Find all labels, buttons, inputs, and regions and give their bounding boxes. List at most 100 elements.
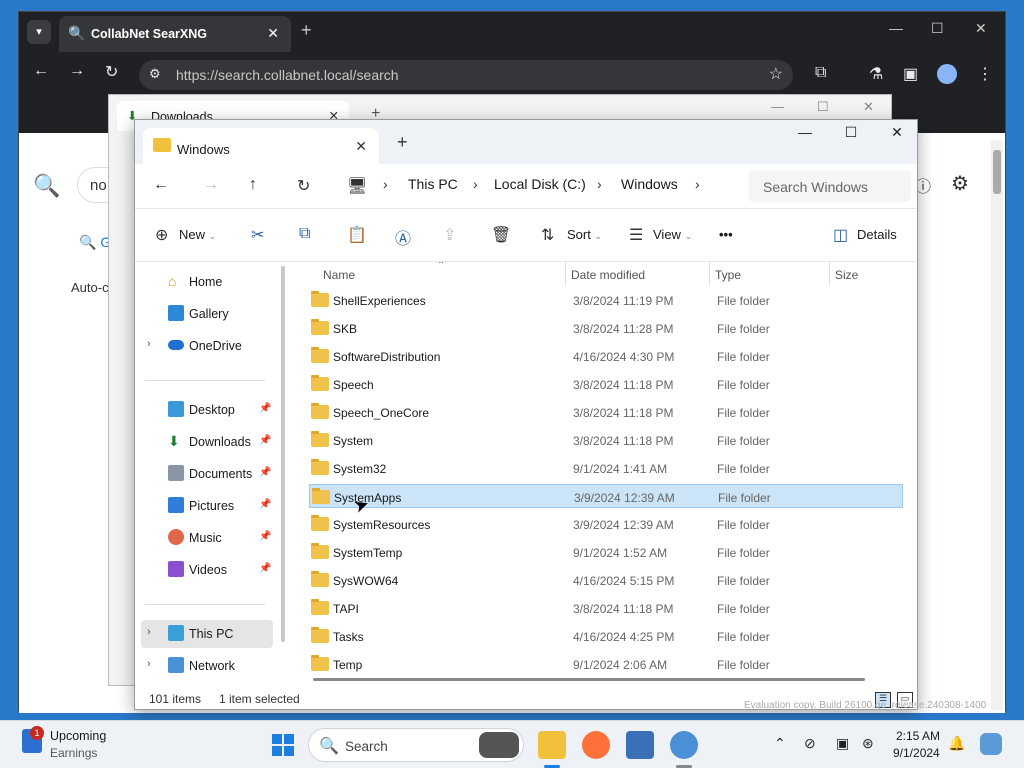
breadcrumb-this-pc[interactable]: This PC	[408, 176, 458, 192]
up-button[interactable]: ↑	[249, 176, 257, 194]
forward-button[interactable]: →	[69, 62, 85, 80]
sort-button[interactable]: Sort ⌄	[567, 227, 602, 242]
search-input[interactable]: Search Windows	[749, 170, 911, 202]
delete-icon[interactable]: 🗑	[491, 225, 511, 245]
view-button[interactable]: View ⌄	[653, 227, 692, 242]
chevron-right-icon[interactable]: ›	[597, 176, 602, 192]
clock-date[interactable]: 9/1/2024	[893, 746, 940, 760]
pin-icon[interactable]: 📌	[259, 403, 271, 414]
copilot-icon[interactable]	[980, 733, 1002, 755]
nav-item-gallery[interactable]: Gallery	[135, 300, 275, 328]
chevron-right-icon[interactable]: ›	[473, 176, 478, 192]
pin-icon[interactable]: 📌	[259, 499, 271, 510]
file-row[interactable]: System 3/8/2024 11:18 PM File folder	[291, 428, 901, 452]
scroll-thumb[interactable]	[993, 150, 1001, 194]
nav-item-downloads[interactable]: ⬇ Downloads 📌	[135, 428, 275, 456]
column-type[interactable]: Type	[715, 268, 741, 282]
file-row[interactable]: SysWOW64 4/16/2024 5:15 PM File folder	[291, 568, 901, 592]
chevron-right-icon[interactable]: ›	[383, 176, 388, 192]
taskbar-search[interactable]: 🔍 Search	[308, 728, 524, 762]
chevron-right-icon[interactable]: ›	[147, 626, 151, 638]
pin-icon[interactable]: 📌	[259, 531, 271, 542]
column-divider[interactable]	[829, 262, 830, 286]
new-tab-button[interactable]: +	[397, 132, 408, 153]
file-row[interactable]: SystemTemp 9/1/2024 1:52 AM File folder	[291, 540, 901, 564]
address-bar[interactable]: ⚙ https://search.collabnet.local/search …	[139, 60, 793, 90]
file-row[interactable]: Temp 9/1/2024 2:06 AM File folder	[291, 652, 901, 676]
close-window-button[interactable]: ✕	[975, 20, 987, 37]
chevron-right-icon[interactable]: ›	[147, 338, 151, 350]
chevron-up-icon[interactable]: ⌃	[774, 735, 786, 752]
paste-icon[interactable]: 📋	[347, 225, 367, 245]
this-pc-icon[interactable]: 🖥	[347, 176, 367, 196]
start-button[interactable]	[272, 734, 294, 756]
nav-item-this-pc[interactable]: › This PC	[141, 620, 273, 648]
profile-avatar[interactable]	[937, 64, 957, 84]
share-icon[interactable]: ⇪	[443, 225, 456, 245]
maximize-button[interactable]: ☐	[831, 124, 871, 141]
file-row[interactable]: Tasks 4/16/2024 4:25 PM File folder	[291, 624, 901, 648]
bookmark-star-icon[interactable]: ☆	[769, 64, 783, 84]
file-row[interactable]: ShellExperiences 3/8/2024 11:19 PM File fo…	[291, 288, 901, 312]
column-date[interactable]: Date modified	[571, 268, 645, 282]
back-button[interactable]: ←	[153, 176, 169, 194]
browser-tab[interactable]: 🔍 CollabNet SearXNG ✕	[59, 16, 291, 52]
details-button[interactable]: Details	[857, 227, 897, 242]
labs-icon[interactable]: ⚗	[869, 64, 883, 84]
file-row[interactable]: TAPI 3/8/2024 11:18 PM File folder	[291, 596, 901, 620]
speaker-icon[interactable]: ⊛	[862, 735, 874, 752]
nav-item-home[interactable]: ⌂ Home	[135, 268, 275, 296]
breadcrumb-windows[interactable]: Windows	[621, 176, 678, 192]
tray-app-icon[interactable]: ▣	[836, 735, 849, 752]
cut-icon[interactable]: ✂	[251, 225, 264, 245]
pin-icon[interactable]: 📌	[259, 563, 271, 574]
file-row[interactable]: Speech_OneCore 3/8/2024 11:18 PM File fold…	[291, 400, 901, 424]
reload-button[interactable]: ↻	[105, 62, 118, 82]
breadcrumb-local-disk[interactable]: Local Disk (C:)	[494, 176, 586, 192]
settings-gear-icon[interactable]: ⚙	[951, 171, 969, 196]
close-window-button[interactable]: ✕	[863, 99, 874, 115]
file-explorer-taskbar-icon[interactable]	[538, 731, 566, 759]
side-panel-icon[interactable]: ▣	[903, 64, 918, 84]
menu-icon[interactable]: ⋮	[977, 64, 993, 84]
general-tab[interactable]: 🔍 G	[79, 234, 111, 251]
file-row[interactable]: SKB 3/8/2024 11:28 PM File folder	[291, 316, 901, 340]
nav-item-videos[interactable]: Videos 📌	[135, 556, 275, 584]
more-options-button[interactable]: •••	[719, 227, 733, 242]
column-size[interactable]: Size	[835, 268, 858, 282]
minimize-button[interactable]: —	[889, 20, 903, 36]
new-button[interactable]: New ⌄	[179, 227, 216, 242]
maximize-button[interactable]: ☐	[817, 99, 829, 115]
forward-button[interactable]: →	[203, 176, 219, 194]
file-row[interactable]: SystemApps 3/9/2024 12:39 AM File folder	[309, 484, 903, 508]
maximize-button[interactable]: ☐	[931, 20, 944, 37]
widget-subtitle[interactable]: Earnings	[50, 746, 97, 760]
close-tab-icon[interactable]: ✕	[355, 138, 367, 155]
pin-icon[interactable]: 📌	[259, 467, 271, 478]
chrome-taskbar-icon[interactable]	[670, 731, 698, 759]
new-tab-button[interactable]: +	[301, 20, 312, 41]
nav-scrollbar[interactable]	[281, 266, 285, 642]
file-row[interactable]: SoftwareDistribution 4/16/2024 4:30 PM Fil…	[291, 344, 901, 368]
nav-item-pictures[interactable]: Pictures 📌	[135, 492, 275, 520]
minimize-button[interactable]: —	[771, 99, 784, 114]
nav-item-documents[interactable]: Documents 📌	[135, 460, 275, 488]
remote-desktop-taskbar-icon[interactable]	[626, 731, 654, 759]
network-off-icon[interactable]: ⊘	[804, 735, 816, 752]
file-row[interactable]: Speech 3/8/2024 11:18 PM File folder	[291, 372, 901, 396]
column-divider[interactable]	[709, 262, 710, 286]
pin-icon[interactable]: 📌	[259, 435, 271, 446]
extensions-icon[interactable]: ⧉	[815, 64, 826, 82]
close-window-button[interactable]: ✕	[877, 124, 917, 141]
column-divider[interactable]	[565, 262, 566, 286]
widget-title[interactable]: Upcoming	[50, 729, 106, 743]
nav-item-music[interactable]: Music 📌	[135, 524, 275, 552]
chevron-right-icon[interactable]: ›	[695, 176, 700, 192]
close-tab-icon[interactable]: ✕	[267, 25, 279, 42]
horizontal-scrollbar[interactable]	[313, 678, 865, 681]
file-row[interactable]: SystemResources 3/9/2024 12:39 AM File fol…	[291, 512, 901, 536]
file-row[interactable]: System32 9/1/2024 1:41 AM File folder	[291, 456, 901, 480]
refresh-button[interactable]: ↻	[297, 176, 310, 196]
copy-icon[interactable]: ⧉	[299, 225, 310, 243]
back-button[interactable]: ←	[33, 62, 49, 80]
